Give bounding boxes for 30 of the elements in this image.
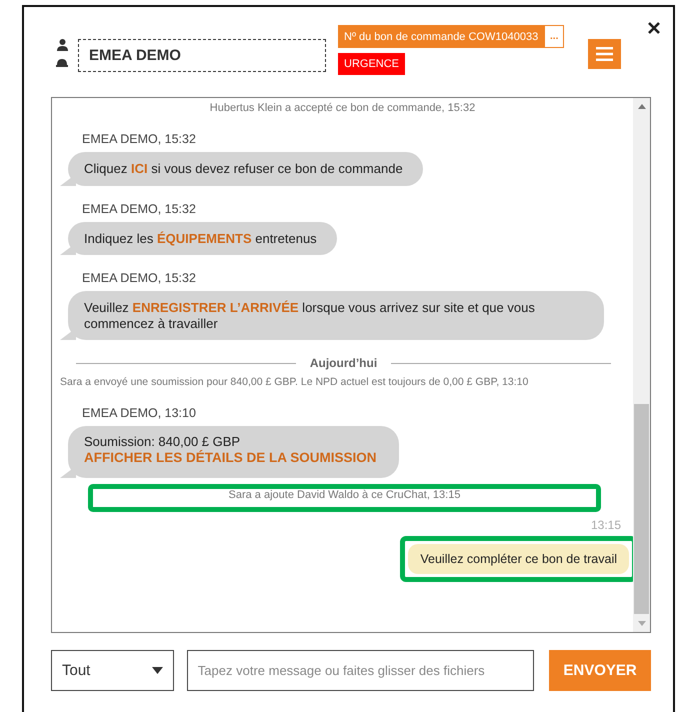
- date-divider-label: Aujourd’hui: [310, 356, 378, 370]
- more-button[interactable]: ...: [544, 25, 564, 48]
- person-icon: [56, 39, 68, 51]
- system-message: Sara a envoyé une soumission pour 840,00 £ GBP. Le NPD actuel est toujours de 0,00 £ GBP, 13:10: [60, 375, 530, 390]
- system-message: Sara a ajoute David Waldo à ce CruChat, 13:15: [88, 484, 601, 512]
- quote-details-link[interactable]: AFFICHER LES DÉTAILS DE LA SOUMISSION: [84, 450, 377, 466]
- scroll-up-icon[interactable]: [638, 104, 646, 109]
- menu-icon: [596, 47, 614, 61]
- message-input[interactable]: Tapez votre message ou faites glisser des fichiers: [186, 650, 534, 691]
- name-field[interactable]: EMEA DEMO: [78, 39, 326, 72]
- message-bubble: Indiquez les ÉQUIPEMENTS entretenus: [60, 222, 337, 256]
- message-time: 13:15: [590, 518, 621, 532]
- order-number-tag: Nº du bon de commande COW1040033: [338, 25, 544, 48]
- message-bubble: Veuillez ENREGISTRER L’ARRIVÉE lorsque vous arrivez sur site et que vous commencez à travailler: [60, 291, 604, 340]
- hard-hat-icon: [56, 57, 68, 67]
- scroll-down-icon[interactable]: [638, 621, 646, 626]
- system-message: Hubertus Klein a accepté ce bon de commande, 15:32: [208, 101, 476, 116]
- send-button[interactable]: ENVOYER: [549, 650, 651, 691]
- sender-label: EMEA DEMO, 15:32: [82, 271, 197, 286]
- quote-amount: Soumission: 840,00 £ GBP: [84, 434, 242, 450]
- message-bubble: Veuillez compléter ce bon de travail: [408, 544, 629, 574]
- sender-label: EMEA DEMO, 13:10: [82, 406, 197, 420]
- priority-tag: URGENCE: [338, 53, 406, 75]
- message-bubble: Cliquez ICI si vous devez refuser ce bon de commande: [60, 152, 423, 186]
- sender-label: EMEA DEMO, 15:32: [82, 132, 197, 146]
- sender-label: EMEA DEMO, 15:32: [82, 202, 197, 216]
- scrollbar[interactable]: [633, 98, 650, 632]
- filter-dropdown[interactable]: Tout: [51, 650, 174, 691]
- caret-icon: [152, 667, 163, 674]
- menu-button[interactable]: [588, 39, 622, 69]
